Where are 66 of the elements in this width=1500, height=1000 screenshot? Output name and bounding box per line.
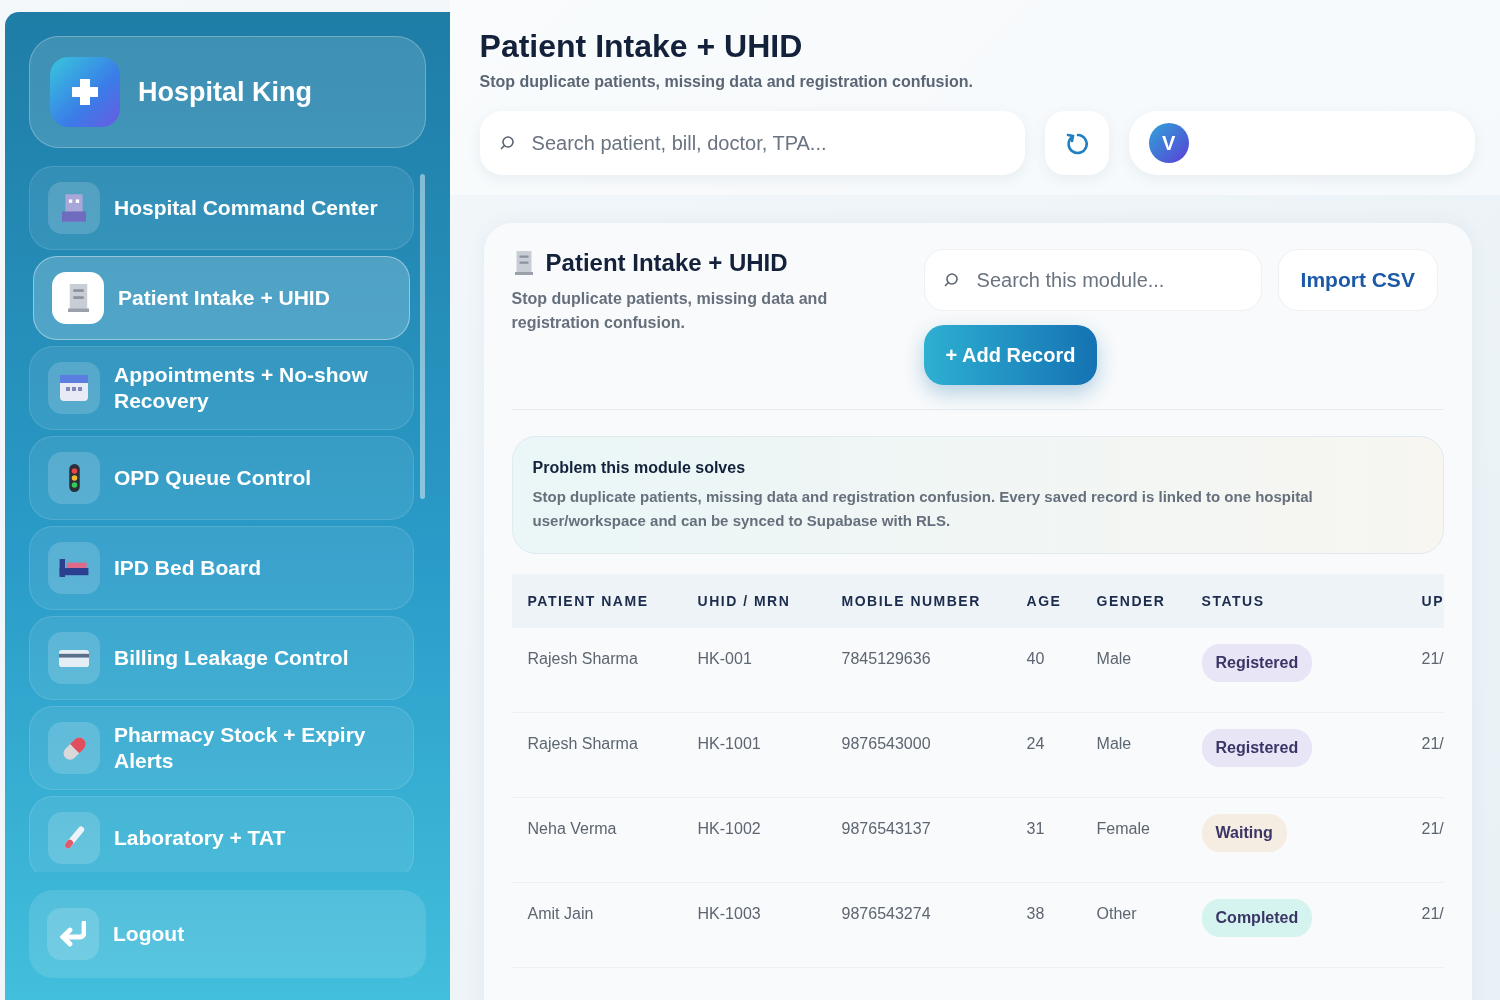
user-avatar[interactable]: V xyxy=(1148,123,1189,163)
status-badge: Registered xyxy=(1201,729,1313,767)
table-cell-text: 9876543137 xyxy=(841,819,932,839)
nav-item[interactable]: Billing Leakage Control xyxy=(29,616,414,700)
status-badge: Completed xyxy=(1201,899,1313,937)
table-cell-text: 21/ xyxy=(1421,649,1444,669)
import-csv-button[interactable]: Import CSV xyxy=(1277,249,1438,311)
column-header: AGE xyxy=(1026,593,1063,609)
status-badge: Waiting xyxy=(1201,814,1287,852)
document-icon xyxy=(67,284,89,312)
status-badge: Registered xyxy=(1201,644,1313,682)
problem-text: Stop duplicate patients, missing data and registration confusion. Every saved record is linked to one hospital user/workspace and can be synced to Supabase with RLS. xyxy=(532,487,1314,531)
column-header: UHID / MRN xyxy=(697,593,792,609)
nav-item[interactable]: Appointments + No-show Recovery xyxy=(29,346,414,430)
table-cell-text: 38 xyxy=(1026,904,1046,924)
table-cell-text: Male xyxy=(1096,734,1133,754)
scrollbar-thumb[interactable] xyxy=(420,174,426,499)
column-header: GENDER xyxy=(1096,593,1167,609)
table-cell-text: 7845129636 xyxy=(841,649,932,669)
table-cell-text: 24 xyxy=(1026,734,1046,754)
nav-item[interactable]: Laboratory + TAT xyxy=(29,796,414,872)
table-cell-text: 31 xyxy=(1026,819,1046,839)
module-search-field[interactable]: Search this module... xyxy=(923,249,1262,311)
table-cell-text: Amit Jain xyxy=(527,904,595,924)
table-cell-text: Other xyxy=(1096,904,1138,924)
plus-logo-icon xyxy=(50,57,120,127)
problem-title: Problem this module solves xyxy=(532,459,747,477)
nav-item[interactable]: IPD Bed Board xyxy=(29,526,414,610)
brand-name: Hospital King xyxy=(138,76,312,108)
refresh-button[interactable] xyxy=(1044,111,1109,175)
traffic-light-icon xyxy=(68,464,80,492)
bed-icon xyxy=(59,559,89,577)
table-cell-text: Rajesh Sharma xyxy=(527,734,639,754)
nav-item[interactable]: Hospital Command Center xyxy=(29,166,414,250)
table-cell-text: 9876543274 xyxy=(841,904,932,924)
search-field[interactable]: Search patient, bill, doctor, TPA... xyxy=(479,111,1025,175)
table-cell-text: HK-1002 xyxy=(697,819,762,839)
page-title: Patient Intake + UHID xyxy=(479,28,804,65)
table-cell-text: 40 xyxy=(1026,649,1046,669)
return-arrow-icon xyxy=(60,921,86,947)
table-cell-text: 21/ xyxy=(1421,734,1444,754)
table-cell-text: HK-001 xyxy=(697,649,753,669)
table-cell-text: 21/ xyxy=(1421,819,1444,839)
table-cell-text: Rajesh Sharma xyxy=(527,649,639,669)
calendar-icon xyxy=(60,375,88,401)
add-record-button[interactable]: + Add Record xyxy=(923,325,1098,385)
nav-item[interactable]: Pharmacy Stock + Expiry Alerts xyxy=(29,706,414,790)
module-description: Stop duplicate patients, missing data and registration confusion. xyxy=(511,289,829,333)
column-header: STATUS xyxy=(1201,593,1266,609)
building-icon xyxy=(62,194,86,222)
module-title: Patient Intake + UHID xyxy=(545,249,788,277)
table-cell-text: Female xyxy=(1096,819,1151,839)
column-header: PATIENT NAME xyxy=(527,593,650,609)
column-header: UP xyxy=(1421,593,1444,609)
logout-button[interactable]: Logout xyxy=(29,890,426,978)
nav-item[interactable]: Patient Intake + UHID xyxy=(33,256,410,340)
table-cell-text: Male xyxy=(1096,649,1133,669)
nav-item[interactable]: OPD Queue Control xyxy=(29,436,414,520)
card-icon xyxy=(59,649,89,667)
table-cell-text: HK-1001 xyxy=(697,734,762,754)
column-header: MOBILE NUMBER xyxy=(841,593,982,609)
table-cell-text: Neha Verma xyxy=(527,819,618,839)
page-subtitle: Stop duplicate patients, missing data and registration confusion. xyxy=(479,73,974,91)
table-cell-text: 9876543000 xyxy=(841,734,932,754)
table-cell-text: HK-1003 xyxy=(697,904,762,924)
table-cell-text: 21/ xyxy=(1421,904,1444,924)
